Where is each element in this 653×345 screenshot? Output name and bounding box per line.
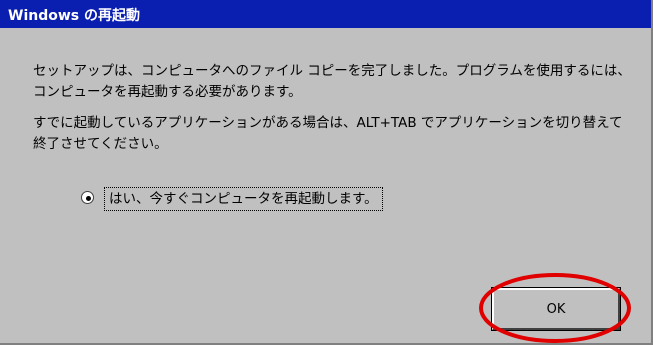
window-title: Windows の再起動 xyxy=(8,8,140,24)
title-bar: Windows の再起動 xyxy=(0,0,651,28)
restart-now-label[interactable]: はい、今すぐコンピュータを再起動します。 xyxy=(104,187,383,211)
radio-selected-dot xyxy=(86,196,91,201)
ok-button[interactable]: OK xyxy=(491,287,621,331)
alt-tab-message: すでに起動しているアプリケーションがある場合は、ALT+TAB でアプリケーショ… xyxy=(33,115,623,152)
setup-complete-message: セットアップは、コンピュータへのファイル コピーを完了しました。プログラムを使用… xyxy=(33,63,631,100)
restart-dialog: Windows の再起動 セットアップは、コンピュータへのファイル コピーを完了… xyxy=(0,0,653,345)
radio-button[interactable] xyxy=(81,191,94,204)
